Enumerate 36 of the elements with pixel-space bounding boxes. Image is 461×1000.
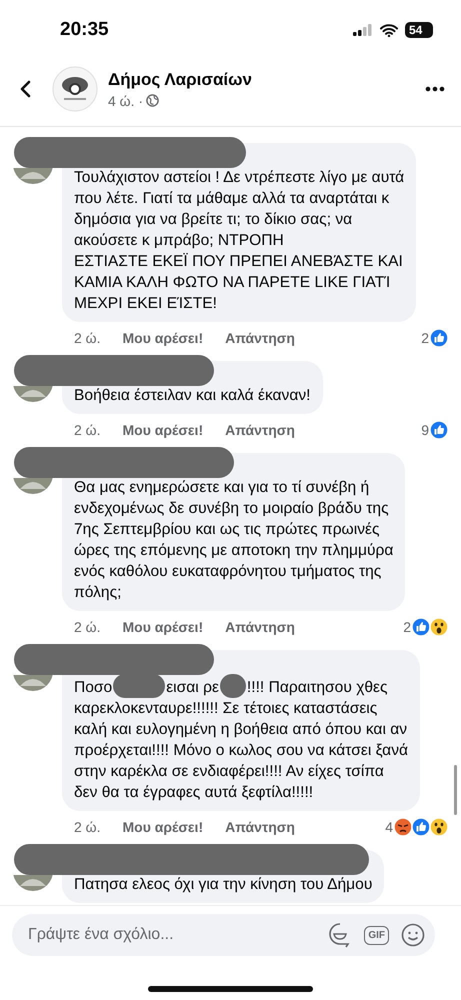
reply-link[interactable]: Απάντηση [225, 619, 295, 635]
comment-time: 2 ώ. [74, 422, 100, 438]
like-link[interactable]: Μου αρέσει! [122, 619, 204, 635]
reaction-count: 2 [421, 330, 429, 346]
like-link[interactable]: Μου αρέσει! [122, 819, 204, 835]
gif-button[interactable]: GIF [364, 926, 389, 944]
comment-time: 2 ώ. [74, 619, 100, 635]
like-link[interactable]: Μου αρέσει! [122, 330, 204, 346]
globe-icon [146, 94, 160, 107]
sticker-icon[interactable] [328, 922, 352, 948]
signal-icon [353, 24, 373, 36]
like-link[interactable]: Μου αρέσει! [122, 422, 204, 438]
redaction-mark [220, 674, 246, 698]
reply-link[interactable]: Απάντηση [225, 422, 295, 438]
comment-field[interactable]: Γράψτε ένα σχόλιο... GIF [12, 914, 435, 956]
page-logo-icon[interactable] [52, 66, 98, 112]
comment-text: Θα μας ενημερώσετε και για το τί συνέβη ή ενδεχομένως δε συνέβη το μοιραίο βράδυ της 7ης Σεπτεμβρίου και ως τις πρώτες πρωινές ώρες της επόμενης με αποτοκη την πλημμύρα ενός καθόλου ευκαταφρόνητου τμήματος της πόλης; [74, 478, 394, 603]
reaction-count: 9 [421, 422, 429, 438]
comment-time: 2 ώ. [74, 330, 100, 346]
reaction-count: 2 [403, 619, 411, 635]
reply-link[interactable]: Απάντηση [225, 330, 295, 346]
page-name[interactable]: Δήμος Λαρισαίων [108, 70, 415, 90]
emoji-icon[interactable] [401, 923, 425, 947]
wifi-icon [380, 24, 398, 36]
reply-link[interactable]: Απάντηση [225, 819, 295, 835]
comment-text: Βοήθεια έστειλαν και καλά έκαναν! [74, 386, 311, 406]
clock: 20:35 [60, 19, 109, 41]
comment-time: 2 ώ. [74, 819, 100, 835]
battery-level: 54 [405, 22, 433, 38]
scroll-bar [454, 765, 457, 815]
comment-text: Ποσο εισαι ρε !!!! Παραιτησου χθες καρεκλοκενταυρε!!!!!! Σε τέτοιες καταστάσεις καλή και ευλογημένη η βοήθεια από όπου και αν προέρχεται!!!! Μόνο ο κωλος σου να κάτσει ξανά στην καρέκλα σε ενδιαφέρει!!!! Αν είχες τσίπα δεν θα τα έγραφες αυτά ξεφτίλα!!!!! [74, 674, 408, 803]
comment-text: Τουλάχιστον αστείοι ! Δε ντρέπεστε λίγο με αυτά που λέτε. Γιατί τα μάθαμε αλλά τα αναρτάται κ δημόσια για να βρείτε τι; το δίκιο σας; να ακούσετε κ μπράβο; ΝΤΡΟΠΗ ΕΣΤΙΑΣΤΕ ΕΚΕΪ ΠΟΥ ΠΡΕΠΕΙ ΑΝΕΒΆΣΤΕ ΚΑΙ ΚΑΜΙΑ ΚΑΛΗ ΦΩΤΟ ΝΑ ΠΑΡΕΤΕ LIKE ΓΙΑΤΊ ΜΕΧΡΙ ΕΚΕΙ ΕΊΣΤΕ! [74, 168, 404, 314]
more-icon[interactable] [425, 86, 445, 92]
comment-text: Πατησα ελεος όχι για την κίνηση του Δήμου [74, 875, 372, 895]
reaction-count: 4 [385, 819, 393, 835]
post-time: 4 ώ. · [108, 92, 144, 108]
